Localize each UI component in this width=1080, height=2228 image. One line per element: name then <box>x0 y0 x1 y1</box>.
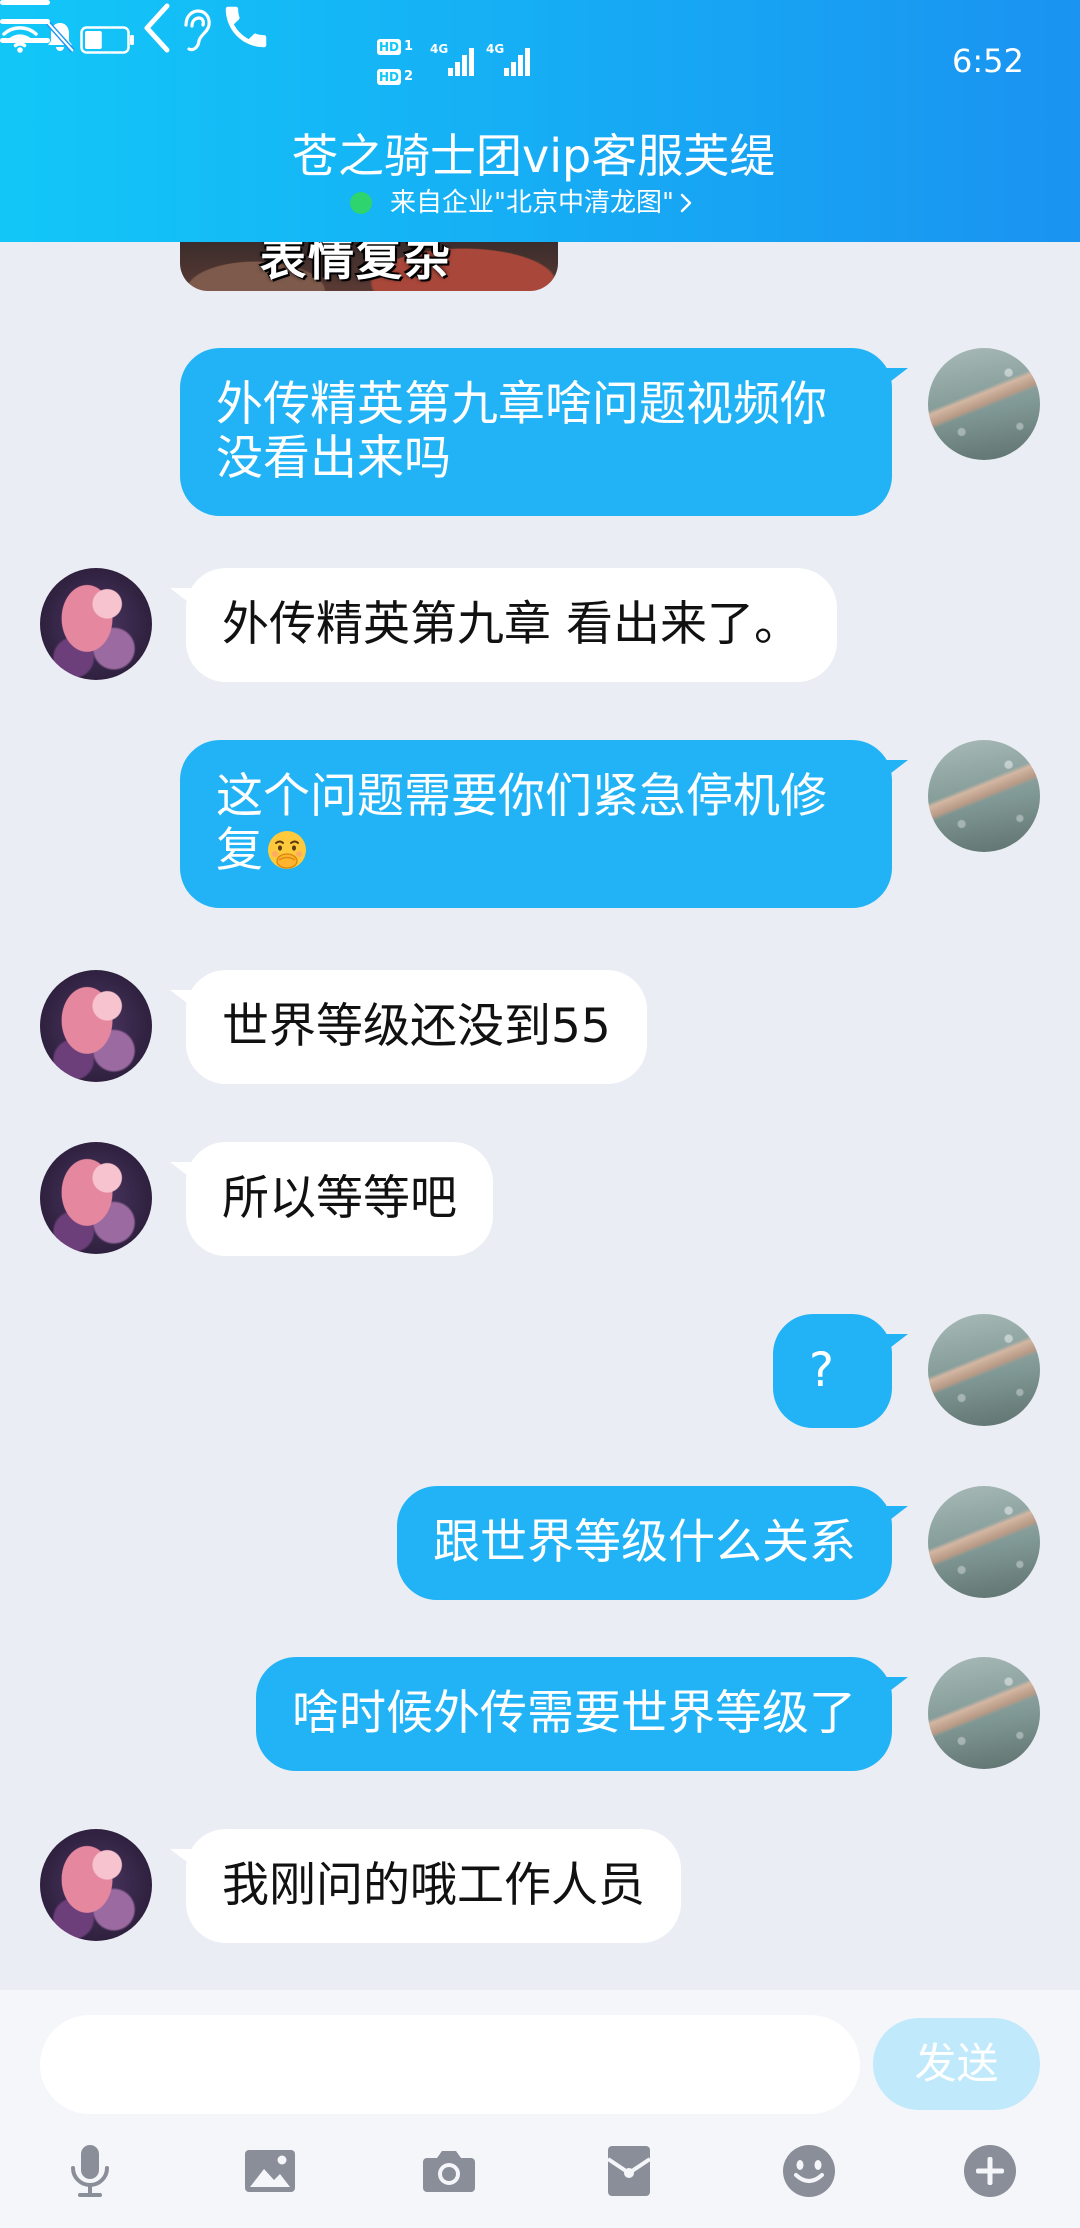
camera-icon[interactable] <box>419 2141 479 2201</box>
sim-number: 2 <box>404 69 414 84</box>
message-bubble[interactable]: 外传精英第九章 看出来了。 <box>170 568 837 682</box>
contact-avatar[interactable] <box>40 970 152 1082</box>
ear-icon <box>178 9 219 58</box>
send-button[interactable]: 发送 <box>873 2018 1040 2110</box>
incoming-message: 世界等级还没到55 <box>40 970 647 1084</box>
incoming-message: 所以等等吧 <box>40 1142 493 1256</box>
contact-avatar[interactable] <box>40 1829 152 1941</box>
message-text: 跟世界等级什么关系 <box>433 1515 856 1570</box>
network-type-label: 4G <box>486 42 505 56</box>
my-avatar[interactable] <box>928 740 1040 852</box>
incoming-message: 我刚问的哦工作人员 <box>40 1829 681 1943</box>
message-input-container[interactable] <box>40 2015 860 2114</box>
outgoing-message: 外传精英第九章啥问题视频你没看出来吗 <box>180 348 1040 516</box>
battery-fill <box>85 31 102 49</box>
red-packet-icon[interactable] <box>599 2141 659 2201</box>
contact-avatar[interactable] <box>40 568 152 680</box>
battery-icon <box>80 26 141 58</box>
message-text: 所以等等吧 <box>222 1171 457 1226</box>
plus-icon[interactable] <box>960 2141 1020 2201</box>
message-bubble[interactable]: 我刚问的哦工作人员 <box>170 1829 681 1943</box>
signal-icon: 4G <box>430 42 482 80</box>
message-bubble[interactable]: ? <box>773 1314 908 1428</box>
my-avatar[interactable] <box>928 1657 1040 1769</box>
my-avatar[interactable] <box>928 1314 1040 1426</box>
chevron-right-icon <box>680 193 692 213</box>
company-link[interactable]: 来自企业"北京中清龙图" <box>350 187 692 219</box>
microphone-icon[interactable] <box>60 2141 120 2201</box>
message-text: 世界等级还没到55 <box>222 999 611 1054</box>
message-text: 啥时候外传需要世界等级了 <box>292 1686 856 1741</box>
chat-header: HD 1 HD 2 4G 4G 6:52 苍之骑士团vip客服芙缇 来自企业"北… <box>0 0 1080 242</box>
incoming-message: 外传精英第九章 看出来了。 <box>40 568 837 682</box>
covering-mouth-emoji-icon <box>265 829 309 873</box>
message-bubble[interactable]: 世界等级还没到55 <box>170 970 647 1084</box>
sim-slot-1: HD 1 <box>377 38 413 56</box>
emoji-icon[interactable] <box>779 2141 839 2201</box>
outgoing-message: 跟世界等级什么关系 <box>397 1486 1040 1600</box>
outgoing-message: 啥时候外传需要世界等级了 <box>256 1657 1040 1771</box>
network-type-label: 4G <box>430 42 449 56</box>
phone-icon[interactable] <box>219 6 273 58</box>
message-bubble[interactable]: 外传精英第九章啥问题视频你没看出来吗 <box>180 348 908 516</box>
company-label: 来自企业"北京中清龙图" <box>390 188 674 218</box>
my-avatar[interactable] <box>928 1486 1040 1598</box>
message-text: 我刚问的哦工作人员 <box>222 1858 645 1913</box>
hd-badge: HD <box>377 69 402 85</box>
online-status-dot <box>350 192 372 214</box>
message-bubble[interactable]: 跟世界等级什么关系 <box>397 1486 908 1600</box>
sim-number: 1 <box>404 39 414 54</box>
clock-time: 6:52 <box>952 42 1024 80</box>
message-text: ? <box>809 1343 834 1398</box>
sim-slot-2: HD 2 <box>377 68 413 86</box>
outgoing-message: ? <box>773 1314 1040 1428</box>
message-text: 外传精英第九章啥问题视频你没看出来吗 <box>216 377 827 486</box>
hd-badge: HD <box>377 39 402 55</box>
message-text: 外传精英第九章 看出来了。 <box>222 597 801 652</box>
message-input[interactable] <box>70 2015 830 2114</box>
contact-avatar[interactable] <box>40 1142 152 1254</box>
outgoing-message: 这个问题需要你们紧急停机修复 <box>180 740 1040 908</box>
image-icon[interactable] <box>240 2141 300 2201</box>
signal-icon: 4G <box>486 42 538 80</box>
message-bubble[interactable]: 这个问题需要你们紧急停机修复 <box>180 740 908 908</box>
chat-title: 苍之骑士团vip客服芙缇 <box>292 129 776 183</box>
message-bubble[interactable]: 所以等等吧 <box>170 1142 493 1256</box>
chevron-left-icon[interactable] <box>141 3 178 58</box>
my-avatar[interactable] <box>928 348 1040 460</box>
bell-off-icon <box>45 21 80 58</box>
message-bubble[interactable]: 啥时候外传需要世界等级了 <box>256 1657 908 1771</box>
